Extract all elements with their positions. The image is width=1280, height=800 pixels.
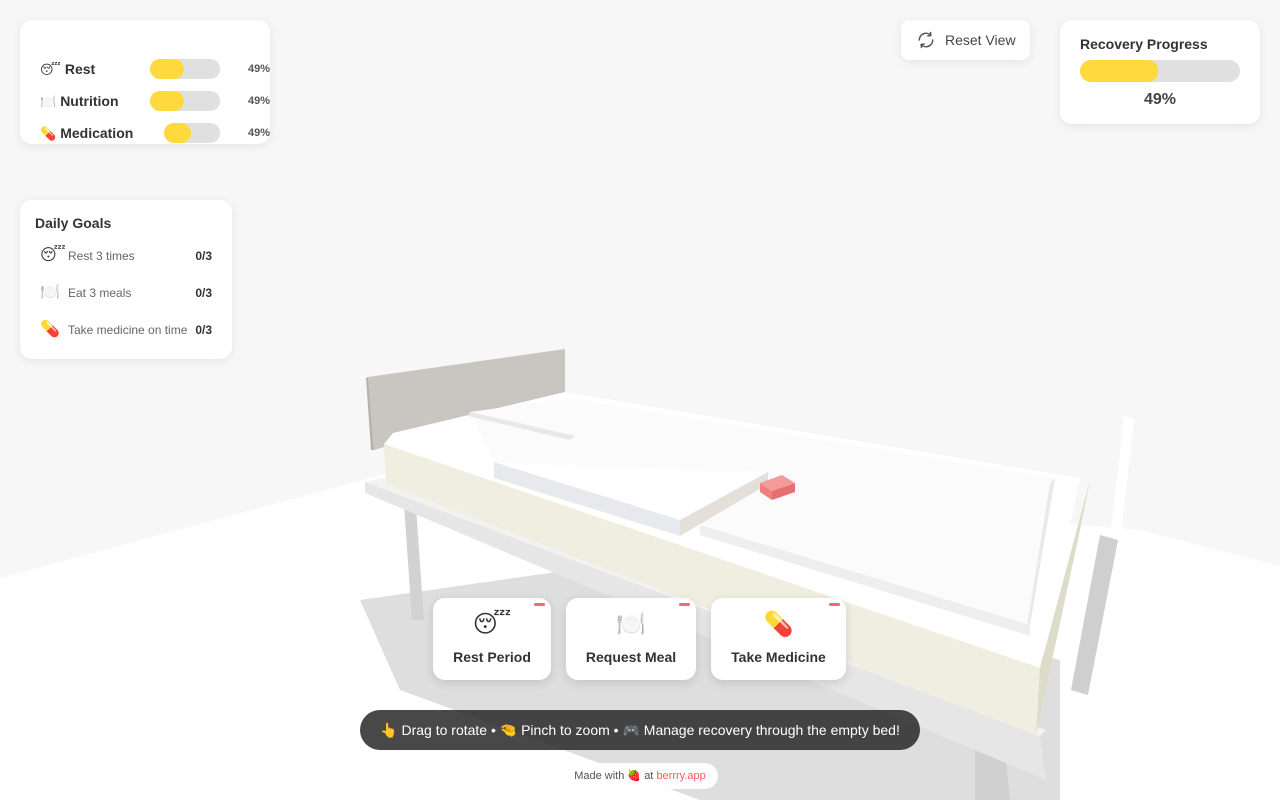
stat-nutrition: 🍽️ Nutrition 49%: [40, 91, 270, 113]
goal-count: 0/3: [195, 249, 212, 263]
pill-icon: 💊: [40, 321, 60, 338]
stat-label: Rest: [64, 61, 96, 77]
request-meal-button[interactable]: 🍽️ Request Meal: [566, 598, 696, 680]
recovery-progress-panel: Recovery Progress 49%: [1060, 20, 1260, 124]
made-with-credit: Made with 🍓 at berrry.app: [562, 763, 718, 789]
pill-icon: 💊: [763, 611, 794, 638]
nutrition-progress-fill: [150, 91, 185, 111]
goal-count: 0/3: [195, 323, 212, 337]
action-label: Request Meal: [585, 649, 677, 665]
recovery-progress-title: Recovery Progress: [1080, 36, 1208, 52]
recovery-progress-bar: [1080, 60, 1240, 82]
stat-medication: 💊 Medication 49%: [40, 123, 270, 145]
recovery-progress-fill: [1080, 60, 1159, 82]
controls-hint: 👆 Drag to rotate • 🤏 Pinch to zoom • 🎮 M…: [360, 710, 920, 750]
stat-rest: 😴 Rest 49%: [40, 59, 270, 81]
goal-count: 0/3: [195, 286, 212, 300]
button-badge: [534, 603, 545, 606]
recovery-progress-value: 49%: [1143, 91, 1177, 108]
action-label: Rest Period: [453, 649, 531, 665]
daily-goals-panel: Daily Goals 😴 Rest 3 times 0/3 🍽️ Eat 3 …: [20, 200, 232, 359]
plate-icon: 🍽️: [616, 611, 646, 638]
stat-label: Medication: [60, 125, 134, 141]
stat-percent: 49%: [247, 127, 270, 139]
goal-text: Take medicine on time: [68, 323, 188, 337]
take-medicine-button[interactable]: 💊 Take Medicine: [711, 598, 846, 680]
berrry-link[interactable]: berrry.app: [656, 770, 705, 782]
pill-icon: 💊: [40, 126, 57, 141]
goal-text: Eat 3 meals: [68, 286, 132, 300]
stat-percent: 49%: [247, 95, 270, 107]
rest-progress-fill: [150, 59, 185, 79]
stat-label: Nutrition: [60, 93, 119, 109]
goal-text: Rest 3 times: [68, 249, 135, 263]
sleep-face-icon: 😴: [40, 62, 61, 77]
reset-view-button[interactable]: Reset View: [901, 20, 1030, 60]
goal-item: 💊 Take medicine on time 0/3: [40, 319, 212, 341]
medication-progress-bar: [164, 123, 220, 143]
plate-icon: 🍽️: [40, 284, 60, 301]
strawberry-icon: 🍓: [627, 770, 642, 782]
stat-percent: 49%: [247, 63, 270, 75]
sleep-face-icon: 😴: [472, 611, 512, 638]
refresh-icon: [917, 31, 935, 54]
goal-item: 😴 Rest 3 times 0/3: [40, 245, 212, 267]
rest-progress-bar: [150, 59, 220, 79]
rest-period-button[interactable]: 😴 Rest Period: [433, 598, 551, 680]
goal-item: 🍽️ Eat 3 meals 0/3: [40, 282, 212, 304]
sleep-face-icon: 😴: [40, 247, 66, 264]
stats-panel: 😴 Rest 49% 🍽️ Nutrition 49% 💊 Medication 49…: [20, 20, 270, 144]
button-badge: [679, 603, 690, 606]
action-label: Take Medicine: [731, 649, 826, 665]
button-badge: [829, 603, 840, 606]
reset-view-label: Reset View: [945, 32, 1016, 48]
medication-progress-fill: [164, 123, 192, 143]
plate-icon: 🍽️: [40, 94, 57, 109]
daily-goals-title: Daily Goals: [35, 215, 112, 231]
nutrition-progress-bar: [150, 91, 220, 111]
